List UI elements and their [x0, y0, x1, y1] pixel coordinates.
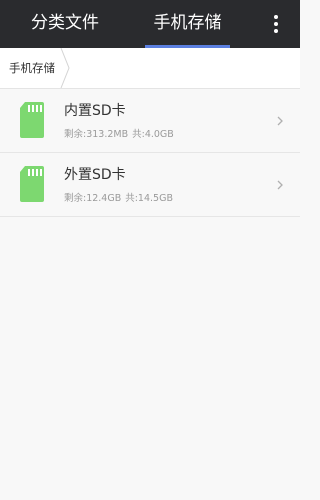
- storage-name: 外置SD卡: [64, 167, 126, 183]
- storage-list: 内置SD卡 剩余:313.2MB 共:4.0GB 外置SD卡 剩余:12.4GB 共…: [0, 89, 300, 217]
- breadcrumb: 手机存储: [0, 48, 300, 89]
- storage-free-space: 剩余:12.4GB: [64, 193, 122, 204]
- chevron-right-icon: [277, 116, 283, 126]
- storage-capacity: 剩余:12.4GB 共:14.5GB: [64, 190, 173, 204]
- storage-total-space: 共:14.5GB: [125, 193, 173, 204]
- storage-item-external-sd[interactable]: 外置SD卡 剩余:12.4GB 共:14.5GB: [0, 153, 300, 217]
- chevron-right-icon: [277, 180, 283, 190]
- storage-total-space: 共:4.0GB: [132, 129, 174, 140]
- tab-categories[interactable]: 分类文件: [15, 0, 115, 48]
- storage-name: 内置SD卡: [64, 103, 126, 119]
- storage-capacity: 剩余:313.2MB 共:4.0GB: [64, 126, 174, 140]
- breadcrumb-separator-icon: [60, 48, 70, 88]
- storage-free-space: 剩余:313.2MB: [64, 129, 129, 140]
- breadcrumb-item-phone-storage[interactable]: 手机存储: [9, 48, 55, 88]
- more-vertical-icon[interactable]: [262, 9, 290, 39]
- storage-item-internal-sd[interactable]: 内置SD卡 剩余:313.2MB 共:4.0GB: [0, 89, 300, 153]
- sd-card-icon: [20, 166, 44, 202]
- sd-card-icon: [20, 102, 44, 138]
- tab-phone-storage[interactable]: 手机存储: [145, 0, 230, 48]
- top-tab-bar: 分类文件 手机存储: [0, 0, 300, 48]
